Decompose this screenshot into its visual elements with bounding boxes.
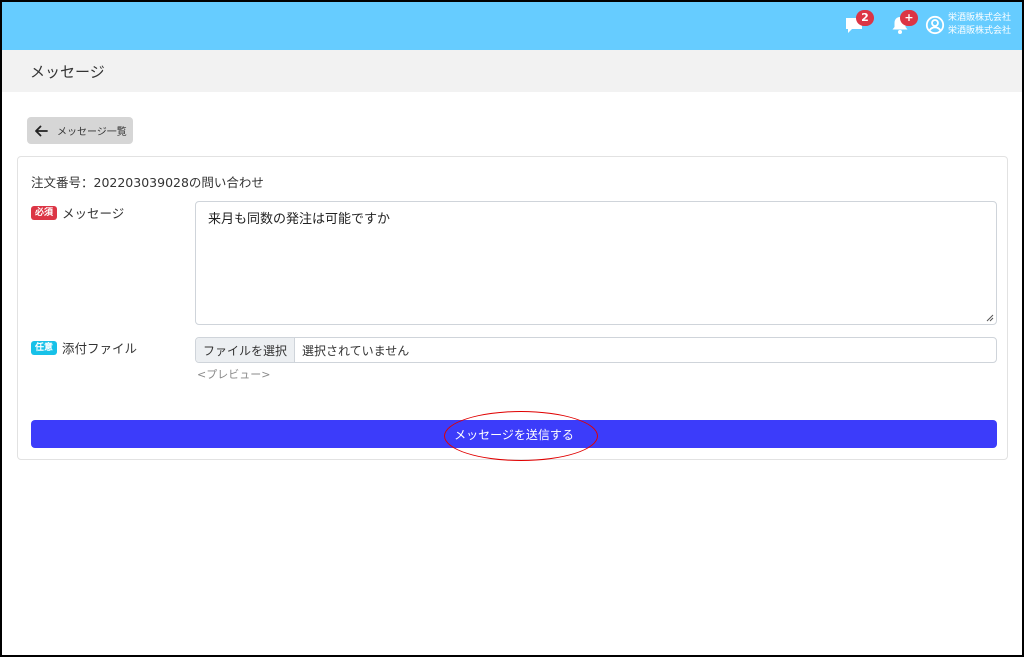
order-inquiry-title: 注文番号：202203039028の問い合わせ [31,175,264,190]
file-status-text: 選択されていません [302,343,410,358]
arrow-left-icon [35,125,48,136]
preview-label: <プレビュー> [197,368,271,381]
send-message-button[interactable]: メッセージを送信する [31,420,997,448]
messages-count-badge: 2 [856,10,874,26]
notifications-badge: + [900,10,918,26]
user-name[interactable]: 栄酒販株式会社 栄酒販株式会社 [948,12,1018,38]
message-label-text: メッセージ [62,206,125,221]
app-window: 2 + 栄酒販株式会社 栄酒販株式会社 メッセージ メッセージ一覧 注文番号：2… [0,0,1024,657]
message-textarea[interactable]: 来月も同数の発注は可能ですか [195,201,997,325]
user-name-line-2: 栄酒販株式会社 [948,26,1012,36]
message-form-card: 注文番号：202203039028の問い合わせ 必須 メッセージ 来月も同数の発… [17,156,1008,461]
user-name-line-1: 栄酒販株式会社 [948,13,1012,23]
attachment-label-text: 添付ファイル [62,341,138,356]
required-badge: 必須 [31,205,58,220]
back-to-message-list-button[interactable]: メッセージ一覧 [27,117,133,144]
page-header: メッセージ [2,50,1022,92]
attachment-label: 任意 添付ファイル [31,338,137,357]
back-button-label: メッセージ一覧 [57,127,127,138]
top-header: 2 + 栄酒販株式会社 栄酒販株式会社 [2,2,1022,50]
optional-badge: 任意 [31,340,58,355]
send-message-button-label: メッセージを送信する [454,427,574,442]
user-icon[interactable] [925,15,945,35]
file-input[interactable]: ファイルを選択 選択されていません [195,337,997,363]
choose-file-button[interactable]: ファイルを選択 [196,338,296,362]
message-label: 必須 メッセージ [31,203,124,222]
page-title: メッセージ [30,63,105,81]
resize-handle-icon[interactable] [985,313,994,322]
